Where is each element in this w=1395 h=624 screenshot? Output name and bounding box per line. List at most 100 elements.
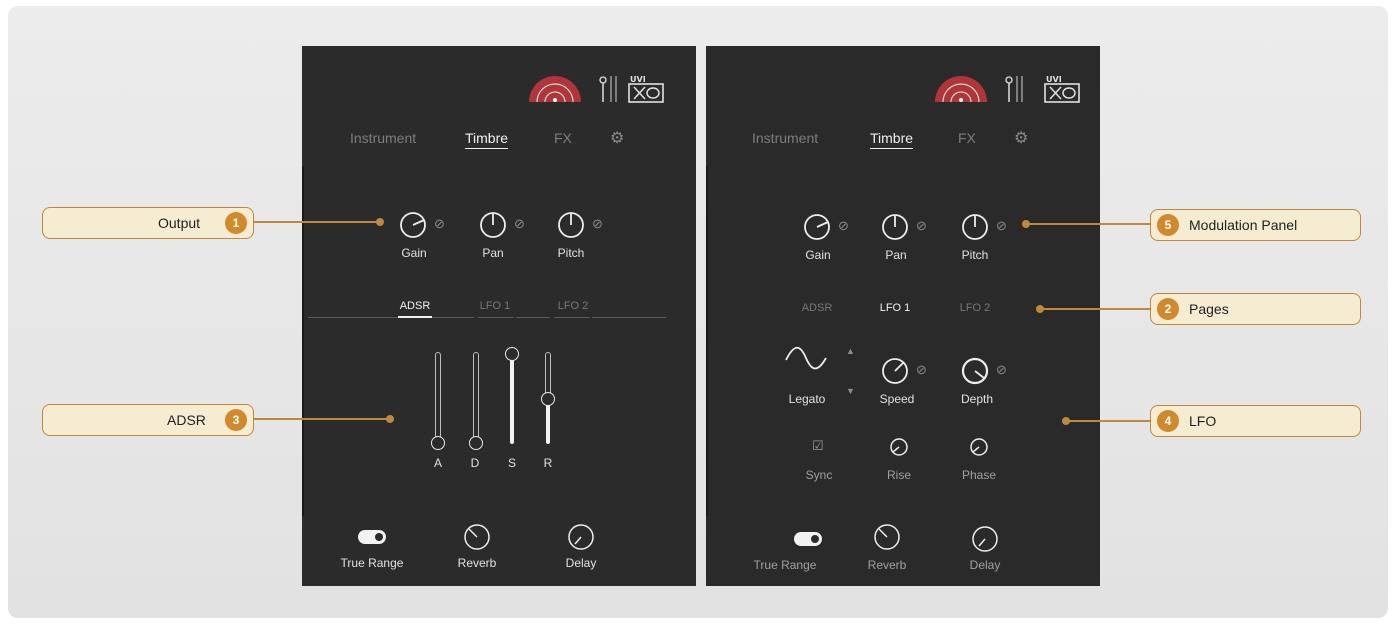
tab-lfo2[interactable]: LFO 2 [950,302,1000,314]
true-range-toggle[interactable] [794,532,822,546]
pan-modulation-icon[interactable]: ⊘ [916,218,927,234]
nav-instrument[interactable]: Instrument [350,130,416,146]
reverb-knob[interactable] [462,522,492,552]
uvi-logo-icon: UVI [628,75,664,103]
gain-knob[interactable] [398,210,432,240]
callout-output-label: Output [158,215,201,231]
reverb-label: Reverb [457,556,497,570]
tab-underline [592,317,666,318]
release-label: R [543,456,553,470]
pan-knob[interactable] [478,210,512,240]
decay-slider[interactable] [473,352,479,440]
speed-knob[interactable] [880,356,914,386]
callout-output-leader [254,221,380,223]
nav-fx[interactable]: FX [554,130,572,146]
depth-label: Depth [960,392,994,406]
attack-slider[interactable] [435,352,441,440]
sustain-slider-thumb[interactable] [505,347,519,361]
svg-text:UVI: UVI [1046,75,1062,84]
callout-output-badge: 1 [225,212,247,234]
shape-up-arrow-icon[interactable]: ▲ [846,346,855,356]
callout-lfo-badge: 4 [1157,410,1179,432]
decay-slider-thumb[interactable] [469,436,483,450]
pitch-knob[interactable] [960,212,994,242]
callout-output: Output 1 [42,207,254,239]
phase-label: Phase [961,468,997,482]
gear-icon[interactable]: ⚙ [1014,128,1028,148]
uvi-logo-icon: UVI [1044,75,1080,103]
shape-down-arrow-icon[interactable]: ▼ [846,386,855,396]
callout-modulation-leader [1026,223,1154,225]
tab-underline [516,317,550,318]
depth-knob[interactable] [960,356,994,386]
lfo-shape-label: Legato [788,392,826,406]
pan-label: Pan [885,248,907,262]
pitch-modulation-icon[interactable]: ⊘ [996,218,1007,234]
panel-edge [302,166,304,516]
phase-knob[interactable] [968,436,990,458]
delay-knob[interactable] [970,524,1000,554]
toggle-knob [375,533,383,541]
level-meter-icon [599,76,617,102]
nav-instrument[interactable]: Instrument [752,130,818,146]
release-slider-thumb[interactable] [541,392,555,406]
tab-underline [478,317,514,318]
sync-label: Sync [805,468,833,482]
delay-label: Delay [565,556,597,570]
reverb-knob[interactable] [872,522,902,552]
callout-lfo: 4 LFO [1150,405,1361,437]
callout-adsr-badge: 3 [225,409,247,431]
callout-adsr-pointer [386,415,394,423]
pitch-modulation-icon[interactable]: ⊘ [592,216,603,232]
callout-modulation: 5 Modulation Panel [1150,209,1361,241]
callout-pages-leader [1040,308,1154,310]
tab-lfo2[interactable]: LFO 2 [548,300,598,312]
level-meter-icon [1005,76,1023,102]
depth-modulation-icon[interactable]: ⊘ [996,362,1007,378]
speed-modulation-icon[interactable]: ⊘ [916,362,927,378]
toggle-knob [811,535,819,543]
callout-modulation-label: Modulation Panel [1189,217,1298,233]
callout-pages-badge: 2 [1157,298,1179,320]
pitch-knob[interactable] [556,210,590,240]
true-range-label: True Range [340,556,404,570]
rise-knob[interactable] [888,436,910,458]
gain-modulation-icon[interactable]: ⊘ [434,216,445,232]
svg-text:UVI: UVI [630,75,646,84]
callout-lfo-label: LFO [1189,413,1217,429]
sine-wave-icon[interactable] [784,344,828,372]
attack-slider-thumb[interactable] [431,436,445,450]
callout-adsr: ADSR 3 [42,404,254,436]
tab-adsr[interactable]: ADSR [792,302,842,314]
callout-pages-label: Pages [1189,301,1229,317]
gain-knob[interactable] [802,212,836,242]
panel-edge [706,166,708,516]
gain-modulation-icon[interactable]: ⊘ [838,218,849,234]
callout-output-pointer [376,218,384,226]
pan-knob[interactable] [880,212,914,242]
nav-timbre[interactable]: Timbre [870,130,914,149]
instrument-panel-adsr: UVI Instrument Timbre FX ⚙ ⊘ ⊘ ⊘ Gain Pa… [302,46,696,586]
sync-checkbox-icon[interactable]: ☑ [812,438,824,454]
spectrum-logo-icon [935,76,987,103]
gain-label: Gain [401,246,427,260]
pan-label: Pan [482,246,504,260]
spectrum-logo-icon [529,76,581,103]
callout-adsr-label: ADSR [167,412,206,428]
tab-lfo1[interactable]: LFO 1 [470,300,520,312]
pitch-label: Pitch [961,248,989,262]
nav-fx[interactable]: FX [958,130,976,146]
instrument-panel-lfo: UVI Instrument Timbre FX ⚙ ⊘ ⊘ ⊘ Gain Pa… [706,46,1100,586]
nav-timbre[interactable]: Timbre [465,130,509,149]
tab-lfo1[interactable]: LFO 1 [870,302,920,314]
tab-underline [308,317,474,318]
sustain-slider[interactable] [510,352,514,444]
rise-label: Rise [886,468,911,482]
tab-adsr[interactable]: ADSR [390,300,440,312]
callout-adsr-leader [254,418,390,420]
gear-icon[interactable]: ⚙ [610,128,624,148]
gain-label: Gain [805,248,831,262]
true-range-toggle[interactable] [358,530,386,544]
delay-knob[interactable] [566,522,596,552]
pan-modulation-icon[interactable]: ⊘ [514,216,525,232]
